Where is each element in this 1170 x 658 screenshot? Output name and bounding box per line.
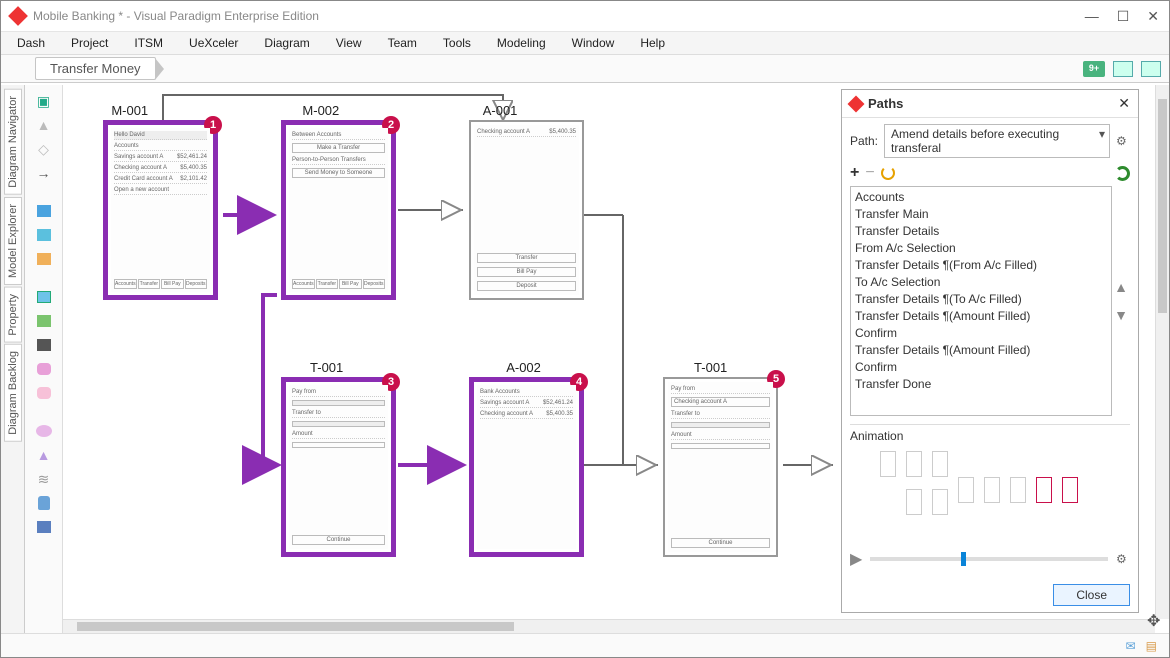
palette-folder-icon[interactable] (33, 203, 55, 219)
menu-help[interactable]: Help (640, 36, 665, 50)
animation-settings-icon[interactable]: ⚙ (1116, 552, 1130, 566)
menu-uexceler[interactable]: UeXceler (189, 36, 238, 50)
statusbar: ✉ ▤ (1, 633, 1169, 657)
animation-slider[interactable] (870, 557, 1108, 561)
app-window: Mobile Banking * - Visual Paradigm Enter… (0, 0, 1170, 658)
palette-camera-icon[interactable] (33, 337, 55, 353)
menu-team[interactable]: Team (388, 36, 417, 50)
side-tab-backlog[interactable]: Diagram Backlog (4, 344, 22, 442)
node-transfer-details[interactable]: T-001 3 Pay from Transfer to Amount Cont… (281, 360, 372, 392)
play-icon[interactable]: ▶ (850, 549, 862, 569)
side-tab-property[interactable]: Property (4, 287, 22, 343)
path-label: Path: (850, 134, 878, 148)
list-item[interactable]: Transfer Details ¶(Amount Filled) (855, 308, 1107, 325)
menubar: Dash Project ITSM UeXceler Diagram View … (1, 31, 1169, 55)
canvas[interactable]: M-001 1 Hello David Accounts Savings acc… (63, 85, 1169, 633)
palette-db-icon[interactable] (33, 495, 55, 511)
breadcrumb[interactable]: Transfer Money (35, 57, 156, 80)
palette: ▣ ▲ ◇ → ▲ ≋ (25, 85, 63, 633)
list-item[interactable]: Confirm (855, 359, 1107, 376)
app-icon (8, 6, 28, 26)
paths-close-icon[interactable]: ✕ (1118, 95, 1130, 112)
node-code: M-001 (103, 103, 156, 118)
menu-window[interactable]: Window (572, 36, 615, 50)
vertical-scrollbar[interactable] (1155, 85, 1169, 619)
paths-icon (848, 95, 865, 112)
layout-icon-1[interactable] (1113, 61, 1133, 77)
list-item[interactable]: Transfer Details ¶(Amount Filled) (855, 342, 1107, 359)
wireframe: 1 Hello David Accounts Savings account A… (103, 120, 218, 300)
path-refresh-icon[interactable] (881, 166, 895, 180)
path-cycle-icon[interactable] (1115, 166, 1130, 181)
palette-diamond-icon[interactable]: ◇ (33, 141, 55, 157)
palette-arrow-up-icon[interactable]: ▲ (33, 117, 55, 133)
palette-image-icon[interactable] (33, 313, 55, 329)
node-from-ac-selection[interactable]: A-002 4 Bank Accounts Savings account A … (469, 360, 578, 392)
menu-project[interactable]: Project (71, 36, 108, 50)
list-item[interactable]: Transfer Details (855, 223, 1107, 240)
note-icon[interactable]: ▤ (1146, 639, 1157, 653)
path-list[interactable]: Accounts Transfer Main Transfer Details … (850, 186, 1112, 416)
node-transfer-main[interactable]: M-002 2 Between Accounts Make a Transfer… (281, 103, 361, 135)
path-select[interactable]: Amend details before executing transfera… (884, 124, 1110, 158)
list-item[interactable]: Accounts (855, 189, 1107, 206)
menu-modeling[interactable]: Modeling (497, 36, 546, 50)
palette-rounded-icon[interactable] (33, 385, 55, 401)
list-item[interactable]: Transfer Details ¶(To A/c Filled) (855, 291, 1107, 308)
layout-icon-2[interactable] (1141, 61, 1161, 77)
path-remove-icon[interactable]: − (865, 164, 874, 182)
animation-preview (850, 447, 1130, 543)
path-settings-icon[interactable]: ⚙ (1116, 134, 1130, 148)
palette-table-icon[interactable] (33, 251, 55, 267)
palette-cursor-icon[interactable]: ▣ (33, 93, 55, 109)
minimize-button[interactable]: — (1085, 8, 1099, 25)
list-item[interactable]: Transfer Done (855, 376, 1107, 393)
palette-triangle-icon[interactable]: ▲ (33, 447, 55, 463)
move-up-icon[interactable]: ▲ (1114, 279, 1128, 295)
window-title: Mobile Banking * - Visual Paradigm Enter… (33, 9, 1085, 23)
list-item[interactable]: From A/c Selection (855, 240, 1107, 257)
palette-ellipse-icon[interactable] (33, 423, 55, 439)
menu-diagram[interactable]: Diagram (264, 36, 309, 50)
paths-panel: Paths ✕ Path: Amend details before execu… (841, 89, 1139, 613)
resize-grip-icon[interactable] (1147, 611, 1165, 629)
menu-tools[interactable]: Tools (443, 36, 471, 50)
palette-grid-icon[interactable] (33, 227, 55, 243)
menu-itsm[interactable]: ITSM (134, 36, 163, 50)
menu-dash[interactable]: Dash (17, 36, 45, 50)
close-window-button[interactable]: ✕ (1147, 8, 1159, 25)
notify-icon[interactable]: 9+ (1083, 61, 1105, 77)
side-tab-model-explorer[interactable]: Model Explorer (4, 197, 22, 285)
mail-icon[interactable]: ✉ (1126, 639, 1136, 653)
list-item[interactable]: Transfer Main (855, 206, 1107, 223)
topbar: Transfer Money 9+ (1, 55, 1169, 83)
list-item[interactable]: Transfer Details ¶(From A/c Filled) (855, 257, 1107, 274)
palette-arrow-right-icon[interactable]: → (33, 165, 55, 181)
side-tab-navigator[interactable]: Diagram Navigator (4, 89, 22, 195)
horizontal-scrollbar[interactable] (63, 619, 1155, 633)
side-tab-strip: Diagram Navigator Model Explorer Propert… (1, 85, 25, 633)
list-item[interactable]: To A/c Selection (855, 274, 1107, 291)
palette-speech-icon[interactable] (33, 361, 55, 377)
palette-cube-icon[interactable] (33, 519, 55, 535)
animation-label: Animation (850, 429, 1130, 443)
menu-view[interactable]: View (336, 36, 362, 50)
palette-zigzag-icon[interactable]: ≋ (33, 471, 55, 487)
paths-title: Paths (868, 96, 1118, 111)
palette-panel-icon[interactable] (33, 289, 55, 305)
node-transfer-details-filled[interactable]: T-001 5 Pay from Checking account A Tran… (663, 360, 758, 405)
node-accounts[interactable]: M-001 1 Hello David Accounts Savings acc… (103, 103, 156, 135)
node-ac-details[interactable]: A-001 Checking account A $5,400.35 Trans… (469, 103, 531, 135)
close-button[interactable]: Close (1053, 584, 1130, 606)
maximize-button[interactable]: ☐ (1117, 8, 1130, 25)
list-item[interactable]: Confirm (855, 325, 1107, 342)
titlebar: Mobile Banking * - Visual Paradigm Enter… (1, 1, 1169, 31)
path-add-icon[interactable]: + (850, 164, 859, 182)
move-down-icon[interactable]: ▼ (1114, 307, 1128, 323)
